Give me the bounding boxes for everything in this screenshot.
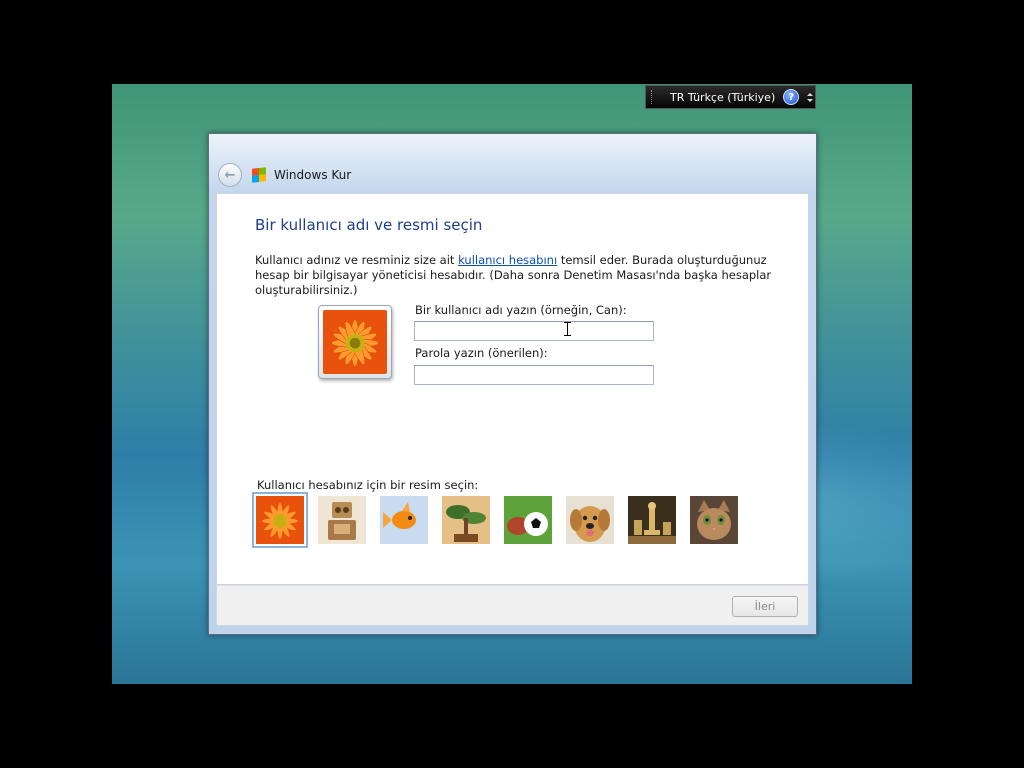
bonsai-thumbnail (442, 496, 490, 544)
language-bar-grip[interactable] (651, 90, 656, 104)
window-title-row: ← Windows Kur (209, 158, 816, 192)
page-description: Kullanıcı adınız ve resminiz size ait ku… (255, 253, 795, 298)
robot-thumbnail (318, 496, 366, 544)
help-icon[interactable]: ? (783, 89, 800, 105)
content-panel: Bir kullanıcı adı ve resmi seçin Kullanı… (216, 193, 809, 585)
dog-thumbnail (566, 496, 614, 544)
picture-option-fish[interactable] (380, 496, 428, 544)
back-arrow-icon: ← (224, 167, 236, 183)
flower-picture-large (323, 310, 387, 374)
footer-bar: İleri (216, 585, 809, 626)
picture-option-soccer-ball[interactable] (504, 496, 552, 544)
fish-thumbnail (380, 496, 428, 544)
picture-option-robot[interactable] (318, 496, 366, 544)
description-text: Kullanıcı adınız ve resminiz size ait (255, 253, 459, 267)
language-bar[interactable]: TR Türkçe (Türkiye) ? (645, 85, 816, 109)
kitten-thumbnail (690, 496, 738, 544)
picture-option-chess[interactable] (628, 496, 676, 544)
chess-thumbnail (628, 496, 676, 544)
picture-option-dog[interactable] (566, 496, 614, 544)
selected-account-picture (318, 305, 392, 379)
flower-thumbnail (256, 496, 304, 544)
password-input[interactable] (414, 365, 654, 385)
picture-option-flower[interactable] (252, 492, 308, 548)
back-button[interactable]: ← (218, 163, 242, 187)
username-label: Bir kullanıcı adı yazın (örneğin, Can): (415, 303, 627, 317)
soccer-ball-thumbnail (504, 496, 552, 544)
user-account-link[interactable]: kullanıcı hesabını (458, 253, 557, 267)
setup-window: ← Windows Kur Bir kullanıcı adı ve resmi… (208, 133, 817, 635)
page-title: Bir kullanıcı adı ve resmi seçin (255, 216, 483, 234)
window-title: Windows Kur (274, 168, 352, 182)
picture-option-kitten[interactable] (690, 496, 738, 544)
username-input[interactable] (414, 321, 654, 341)
language-indicator[interactable]: TR Türkçe (Türkiye) (670, 91, 775, 104)
next-button[interactable]: İleri (732, 596, 798, 617)
picture-option-bonsai[interactable] (442, 496, 490, 544)
windows-logo-icon (252, 167, 266, 183)
text-cursor (564, 322, 575, 336)
picture-list (252, 492, 752, 548)
options-icon[interactable] (807, 92, 814, 102)
password-label: Parola yazın (önerilen): (415, 346, 548, 360)
picture-prompt: Kullanıcı hesabınız için bir resim seçin… (257, 478, 479, 492)
